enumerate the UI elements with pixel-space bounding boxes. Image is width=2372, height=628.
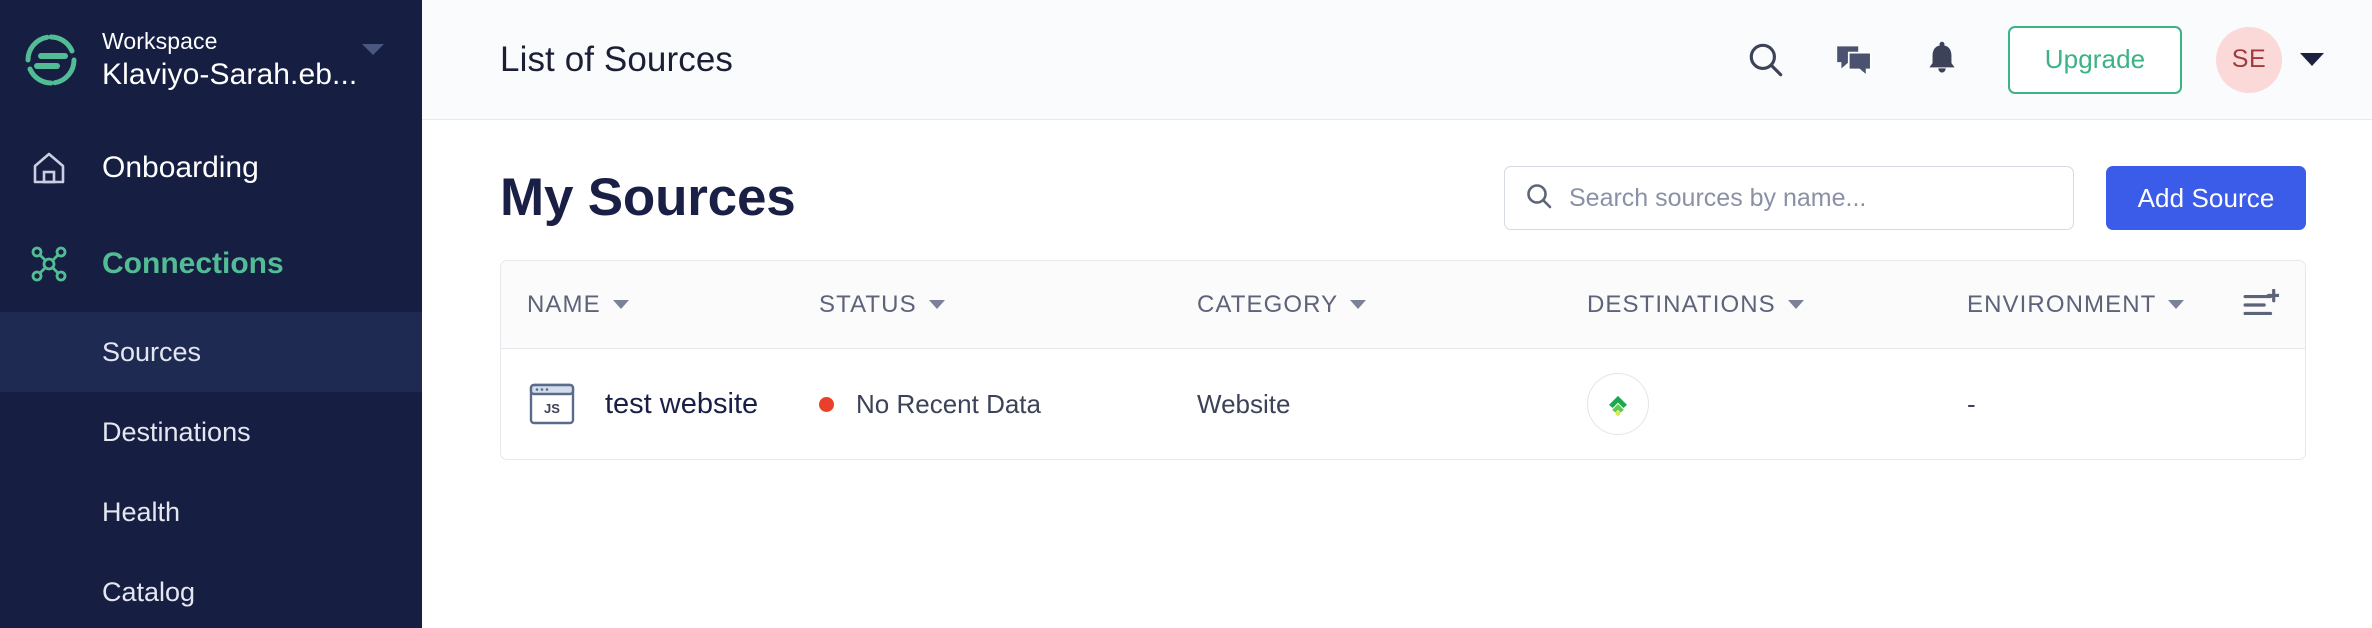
chevron-down-icon[interactable] <box>2300 53 2324 66</box>
column-header-label: CATEGORY <box>1197 290 1339 318</box>
cell-status: No Recent Data <box>819 388 1197 420</box>
table-row[interactable]: JS test website No Recent Data Website - <box>501 349 2305 459</box>
avatar-initials: SE <box>2231 45 2267 73</box>
category-label: Website <box>1197 389 1291 419</box>
column-settings-add-icon[interactable] <box>2215 288 2305 321</box>
cell-environment: - <box>1967 389 2215 420</box>
svg-text:JS: JS <box>544 401 560 416</box>
status-badge: No Recent Data <box>819 388 1197 420</box>
add-source-label: Add Source <box>2137 182 2275 213</box>
page-header-title: List of Sources <box>500 39 733 79</box>
chevron-down-icon <box>2168 300 2185 309</box>
chevron-down-icon <box>1787 300 1804 309</box>
main-content: List of Sources Upgrade SE My Sources Se… <box>422 0 2372 628</box>
column-header-environment[interactable]: ENVIRONMENT <box>1967 291 2215 319</box>
column-header-destinations[interactable]: DESTINATIONS <box>1587 291 1967 319</box>
connections-nodes-icon <box>22 244 76 284</box>
avatar[interactable]: SE <box>2216 26 2282 93</box>
upgrade-button-label: Upgrade <box>2044 44 2146 74</box>
topbar: List of Sources Upgrade SE <box>422 0 2372 120</box>
chevron-down-icon <box>612 300 629 309</box>
klaviyo-signal-icon[interactable] <box>1587 373 1649 435</box>
app-root: Workspace Klaviyo-Sarah.eb... Onboarding <box>0 0 2372 628</box>
source-cell: JS test website <box>527 379 819 429</box>
sidebar-item-connections[interactable]: Connections <box>0 216 422 312</box>
environment-label: - <box>1967 388 1976 419</box>
search-icon[interactable] <box>1722 16 1810 104</box>
segment-logo-icon <box>22 31 80 89</box>
sidebar-item-catalog[interactable]: Catalog <box>0 552 422 628</box>
column-header-name[interactable]: NAME <box>501 291 819 319</box>
workspace-label: Workspace <box>102 28 218 54</box>
page-title: My Sources <box>500 168 796 227</box>
sidebar-subitem-label: Sources <box>102 337 202 367</box>
search-placeholder: Search sources by name... <box>1569 184 1867 212</box>
sidebar: Workspace Klaviyo-Sarah.eb... Onboarding <box>0 0 422 628</box>
sidebar-item-onboarding[interactable]: Onboarding <box>0 120 422 216</box>
column-header-label: ENVIRONMENT <box>1967 290 2157 318</box>
column-header-label: NAME <box>527 290 601 318</box>
column-header-label: DESTINATIONS <box>1587 290 1776 318</box>
content-area: My Sources Search sources by name... Add… <box>422 120 2372 460</box>
cell-name[interactable]: JS test website <box>501 379 819 429</box>
sidebar-item-sources[interactable]: Sources <box>0 312 422 392</box>
chevron-down-icon <box>1350 300 1367 309</box>
upgrade-button[interactable]: Upgrade <box>2008 25 2182 94</box>
sidebar-subitem-label: Health <box>102 497 181 527</box>
sidebar-item-label: Connections <box>102 247 284 280</box>
search-input[interactable]: Search sources by name... <box>1504 166 2074 230</box>
cell-category: Website <box>1197 388 1587 420</box>
status-dot-icon <box>819 396 834 412</box>
sidebar-subitem-label: Destinations <box>102 417 251 447</box>
source-name: test website <box>605 388 759 420</box>
column-header-category[interactable]: CATEGORY <box>1197 291 1587 319</box>
search-icon <box>1523 180 1555 217</box>
table-header-row: NAME STATUS CATEGORY DESTINATIONS ENVIRO… <box>501 261 2305 349</box>
workspace-switcher[interactable]: Workspace Klaviyo-Sarah.eb... <box>0 0 422 120</box>
home-icon <box>22 148 76 188</box>
sidebar-item-label: Onboarding <box>102 151 259 184</box>
status-label: No Recent Data <box>856 389 1041 419</box>
javascript-website-icon: JS <box>527 379 577 429</box>
workspace-name: Klaviyo-Sarah.eb... <box>102 58 358 91</box>
topbar-actions: Upgrade SE <box>1722 16 2324 104</box>
add-source-button[interactable]: Add Source <box>2106 166 2306 230</box>
bell-notification-icon[interactable] <box>1898 16 1986 104</box>
sidebar-subitem-label: Catalog <box>102 577 196 607</box>
chevron-down-icon <box>928 300 945 309</box>
content-header-actions: Search sources by name... Add Source <box>1504 166 2306 230</box>
workspace-text: Workspace Klaviyo-Sarah.eb... <box>102 26 357 94</box>
cell-destinations <box>1587 373 1967 435</box>
sidebar-item-destinations[interactable]: Destinations <box>0 392 422 472</box>
column-header-status[interactable]: STATUS <box>819 291 1197 319</box>
column-header-label: STATUS <box>819 290 917 318</box>
chat-message-icon[interactable] <box>1810 16 1898 104</box>
content-header: My Sources Search sources by name... Add… <box>500 120 2306 248</box>
chevron-down-icon[interactable] <box>362 44 384 55</box>
sidebar-item-health[interactable]: Health <box>0 472 422 552</box>
sources-table: NAME STATUS CATEGORY DESTINATIONS ENVIRO… <box>500 260 2306 460</box>
